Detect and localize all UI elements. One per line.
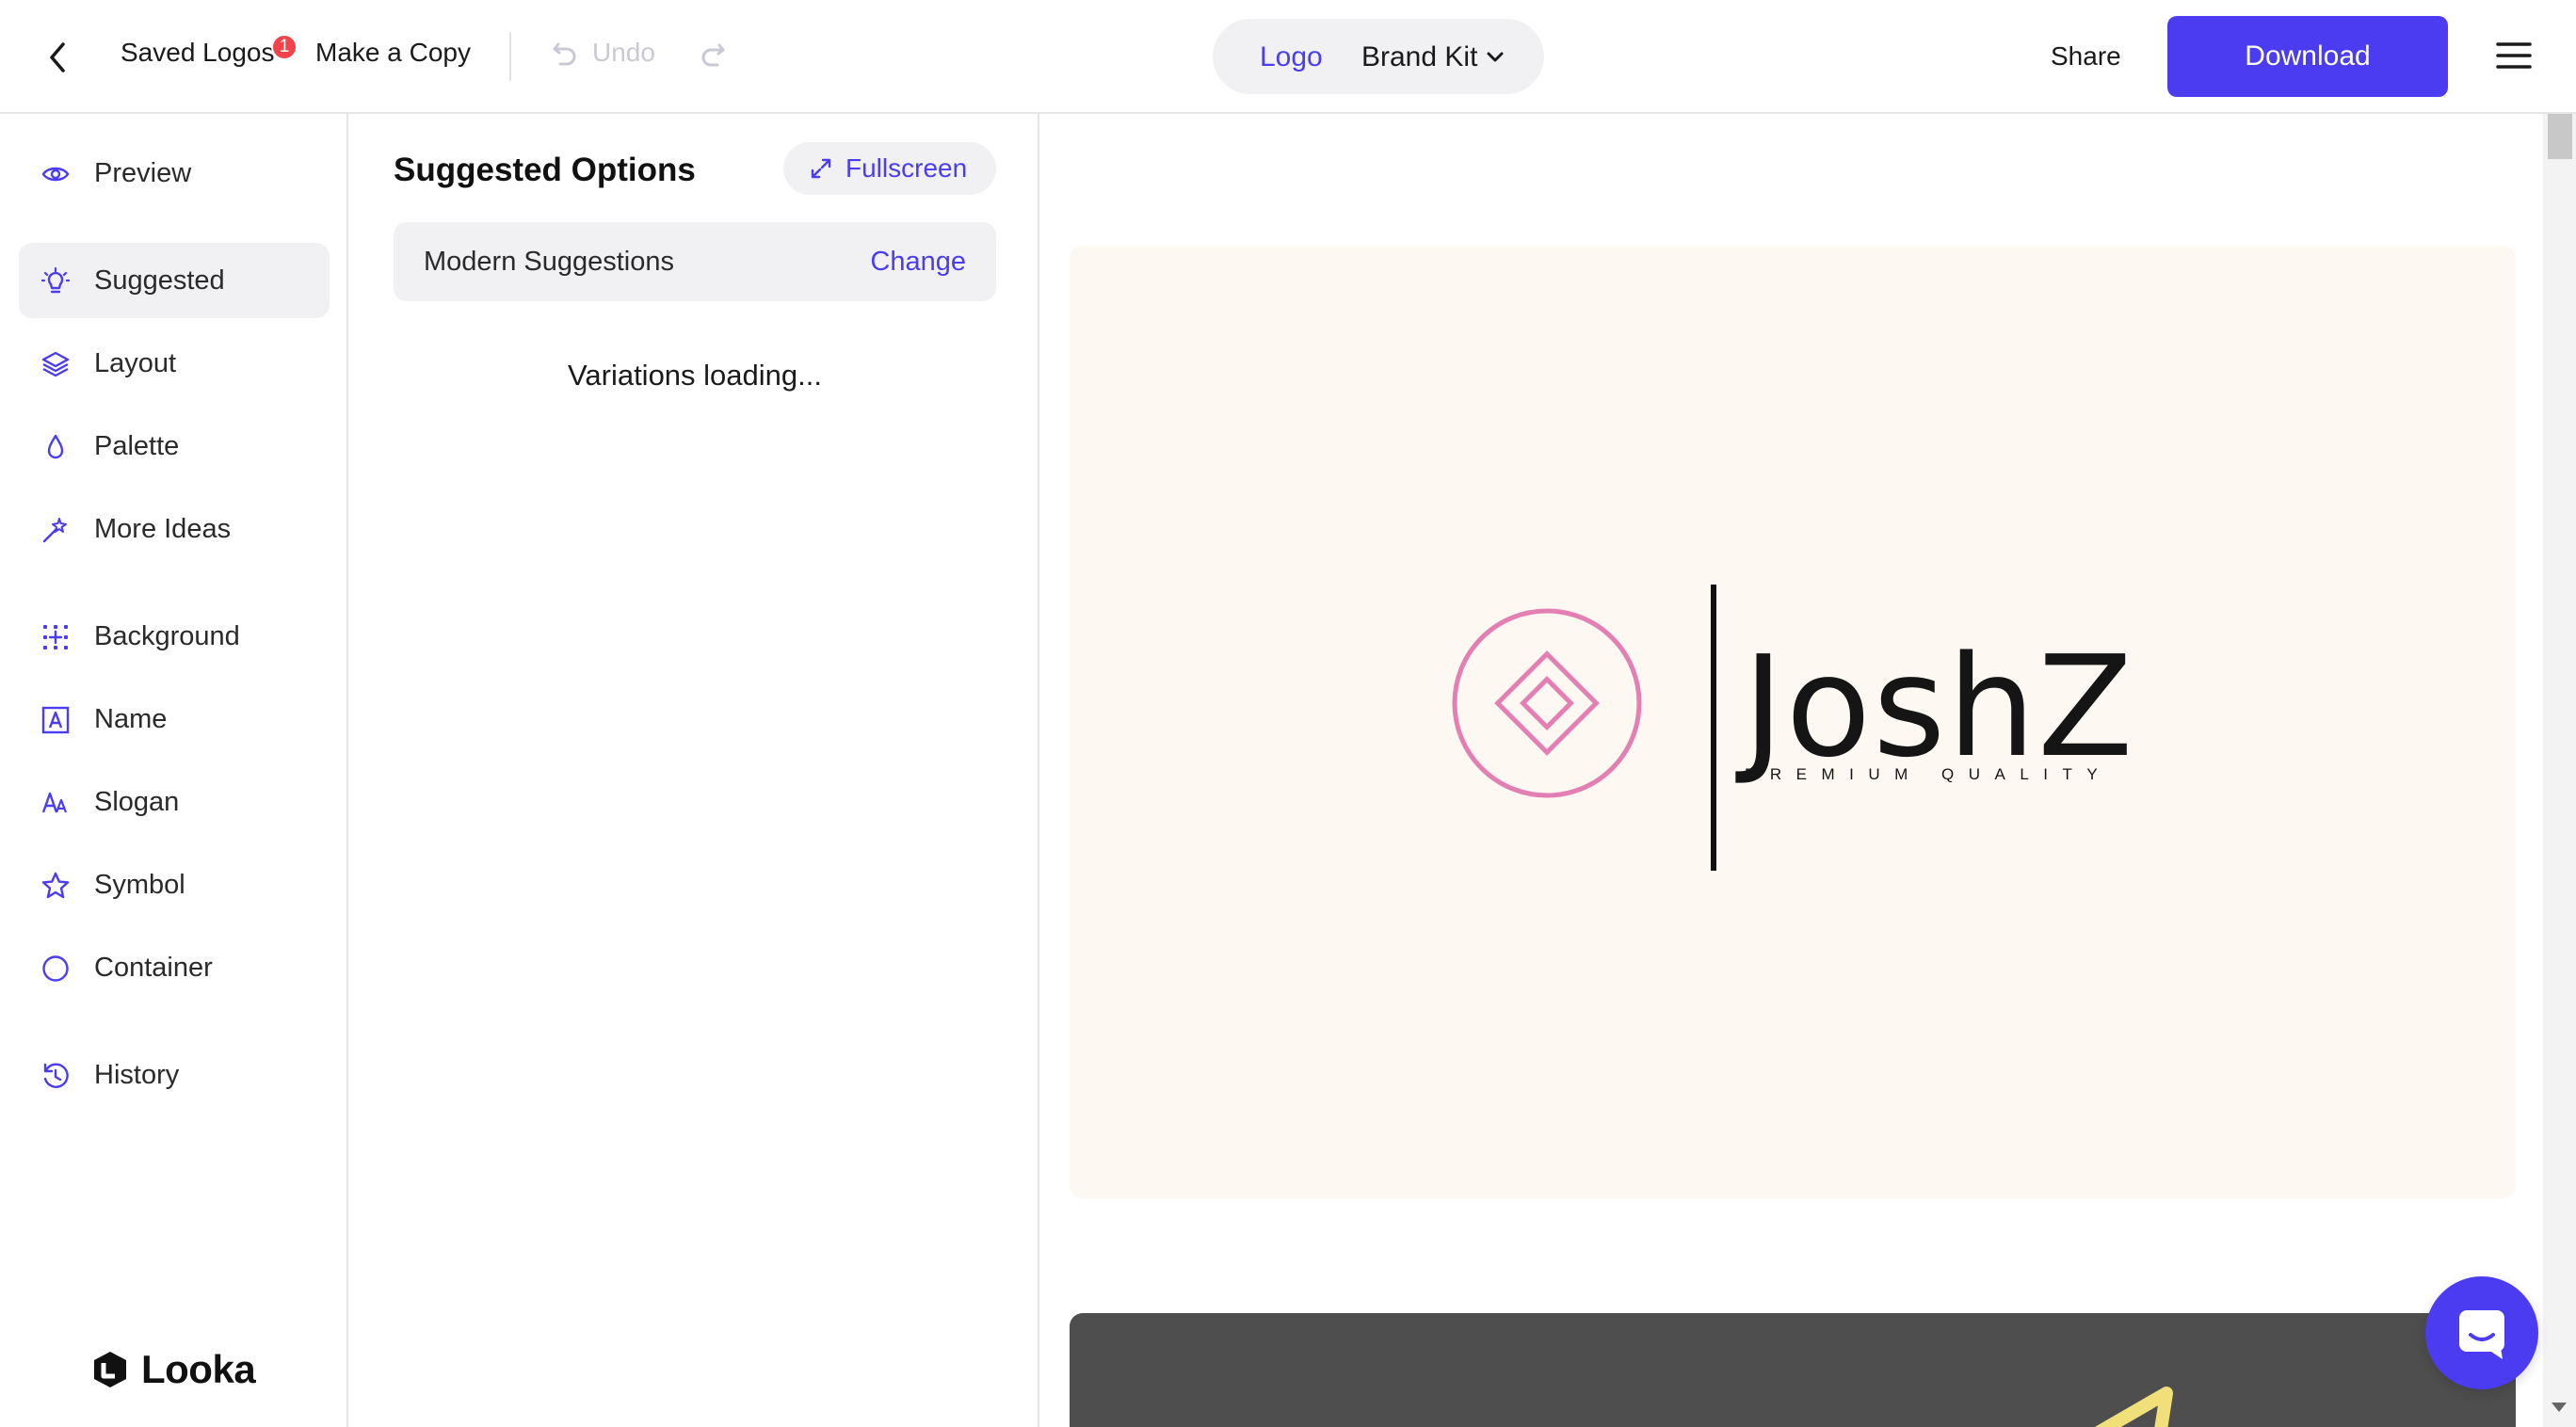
sidebar-item-label: Preview — [94, 157, 192, 188]
menu-icon — [2495, 40, 2533, 72]
sidebar-item-label: Suggested — [94, 265, 225, 296]
lightbulb-icon — [41, 267, 70, 296]
suggestion-style-row: Modern Suggestions Change — [394, 222, 996, 301]
hamburger-menu-button[interactable] — [2495, 40, 2533, 72]
sidebar-item-palette[interactable]: Palette — [19, 409, 330, 484]
share-button[interactable]: Share — [2051, 41, 2121, 72]
sidebar-item-slogan[interactable]: Slogan — [19, 764, 330, 840]
redo-icon — [699, 40, 727, 68]
chat-icon — [2454, 1305, 2510, 1361]
view-tabs: Logo Brand Kit — [1213, 19, 1544, 94]
drop-icon — [41, 433, 70, 461]
sidebar-item-label: Slogan — [94, 786, 180, 817]
preview-scrollbar[interactable] — [2543, 114, 2576, 1427]
chevron-left-icon — [44, 40, 71, 74]
expand-icon — [810, 157, 832, 180]
sidebar-item-label: Palette — [94, 430, 180, 461]
sidebar-item-label: Symbol — [94, 869, 185, 900]
undo-icon — [551, 39, 579, 67]
grid-icon — [41, 623, 70, 651]
suggestion-style-label: Modern Suggestions — [424, 247, 674, 277]
fullscreen-label: Fullscreen — [845, 153, 968, 183]
history-icon — [41, 1062, 70, 1090]
top-bar: Saved Logos 1 Make a Copy Undo Logo Bran… — [0, 0, 2576, 114]
logo-mockup-card[interactable] — [1070, 1313, 2516, 1427]
saved-logos-badge: 1 — [271, 34, 298, 60]
logo-preview-area: JoshZ PREMIUM QUALITY — [1041, 114, 2543, 1427]
star-icon — [41, 872, 70, 900]
circle-icon — [41, 954, 70, 983]
magic-wand-icon — [41, 516, 70, 544]
chevron-down-icon — [1487, 52, 1504, 63]
looka-logo-icon — [90, 1350, 130, 1389]
chat-launcher-button[interactable] — [2425, 1276, 2538, 1389]
loading-text: Variations loading... — [568, 359, 822, 392]
undo-button[interactable]: Undo — [551, 38, 655, 68]
sidebar-item-container[interactable]: Container — [19, 930, 330, 1005]
sidebar-item-history[interactable]: History — [19, 1037, 330, 1113]
back-button[interactable] — [36, 36, 79, 79]
layers-icon — [41, 350, 70, 378]
sidebar-item-layout[interactable]: Layout — [19, 326, 330, 401]
mockup-shape-icon — [2068, 1379, 2181, 1427]
logo-symbol-icon — [1451, 607, 1643, 799]
saved-logos-link[interactable]: Saved Logos — [121, 38, 274, 68]
sidebar-item-label: Name — [94, 703, 168, 734]
sidebar-item-label: Background — [94, 620, 240, 651]
panel-title: Suggested Options — [394, 152, 696, 188]
sidebar-item-label: Container — [94, 952, 213, 983]
toolbar-divider — [509, 32, 511, 81]
logo-slogan-text: PREMIUM QUALITY — [1745, 765, 2113, 783]
sidebar-item-label: Layout — [94, 347, 177, 378]
tab-brand-kit[interactable]: Brand Kit — [1361, 41, 1504, 73]
sidebar-item-label: History — [94, 1059, 180, 1090]
sidebar: Preview Suggested Layout Palette More Id… — [0, 114, 348, 1427]
sidebar-item-background[interactable]: Background — [19, 599, 330, 674]
make-copy-link[interactable]: Make a Copy — [315, 38, 471, 68]
sidebar-item-name[interactable]: Name — [19, 681, 330, 757]
tab-brand-kit-label: Brand Kit — [1361, 41, 1478, 72]
logo-name-text: JoshZ — [1743, 626, 2135, 788]
sidebar-item-preview[interactable]: Preview — [19, 136, 330, 211]
sidebar-item-more-ideas[interactable]: More Ideas — [19, 491, 330, 567]
sidebar-item-suggested[interactable]: Suggested — [19, 243, 330, 318]
logo-preview-card[interactable]: JoshZ PREMIUM QUALITY — [1070, 246, 2516, 1198]
change-style-button[interactable]: Change — [870, 247, 966, 278]
logo-divider-bar — [1711, 585, 1716, 871]
sidebar-item-symbol[interactable]: Symbol — [19, 847, 330, 922]
eye-icon — [41, 160, 70, 188]
redo-button[interactable] — [699, 40, 727, 68]
suggested-panel: Suggested Options Fullscreen Modern Sugg… — [350, 114, 1039, 1427]
font-size-icon — [41, 789, 70, 817]
brand-logo: Looka — [90, 1347, 256, 1392]
undo-label: Undo — [592, 38, 655, 67]
sidebar-item-label: More Ideas — [94, 513, 232, 544]
brand-name: Looka — [141, 1347, 256, 1391]
letter-a-box-icon — [41, 706, 70, 734]
tab-logo[interactable]: Logo — [1260, 41, 1323, 73]
scrollbar-thumb[interactable] — [2548, 114, 2572, 159]
scroll-down-arrow-icon[interactable] — [2552, 1403, 2567, 1412]
download-button[interactable]: Download — [2167, 16, 2448, 97]
fullscreen-button[interactable]: Fullscreen — [783, 142, 996, 195]
